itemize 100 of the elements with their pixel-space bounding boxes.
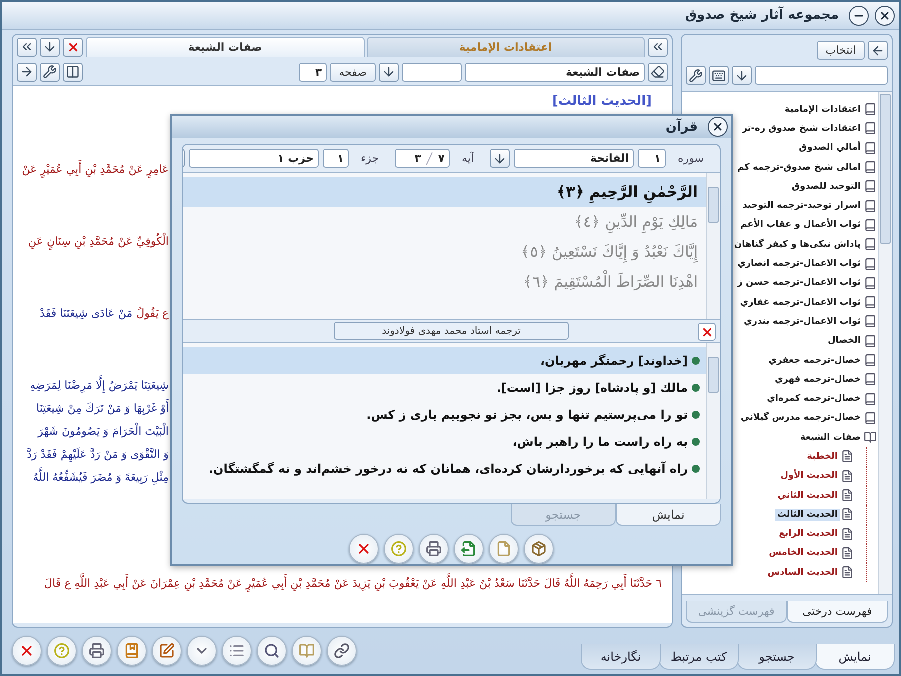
page-field[interactable]: ۳: [299, 62, 328, 82]
tree-item[interactable]: خصال-ترجمه مدرس گيلاني: [738, 412, 863, 424]
box-button[interactable]: [524, 534, 554, 564]
translation-item[interactable]: راه آنهايى كه برخوردارشان كرده‌اى، همانان كه نه درخور خشم‌اند و نه گمگشتگان.: [183, 455, 706, 482]
eraser-button[interactable]: [648, 62, 668, 82]
book-icon: [864, 373, 877, 386]
surah-number-field[interactable]: ۱: [638, 149, 666, 168]
open-book-icon: [299, 643, 315, 659]
down-arrow-button[interactable]: [490, 149, 510, 168]
export-button[interactable]: [454, 534, 484, 564]
sidebar-tab[interactable]: فهرست درختی: [787, 601, 888, 623]
minimize-button[interactable]: [849, 6, 869, 26]
bottom-tab[interactable]: کتب مرتبط: [659, 644, 739, 670]
document-icon: [841, 450, 854, 464]
tree-item[interactable]: أمالي الصدوق: [797, 142, 863, 154]
collapse-button[interactable]: [648, 38, 668, 56]
tree-item[interactable]: الحديث الثالث: [775, 508, 840, 521]
export-icon: [461, 541, 477, 557]
window-title: مجموعه آثار شیخ صدوق: [685, 8, 839, 23]
settings-button[interactable]: [686, 66, 706, 85]
document-icon: [841, 470, 854, 483]
tree-item[interactable]: خصال-ترجمه جعفري: [766, 354, 863, 366]
search-field[interactable]: [755, 66, 888, 85]
bottom-tab[interactable]: نگارخانه: [581, 644, 661, 670]
dropdown-button[interactable]: [187, 636, 217, 666]
text-line: الْكُوفِيِّ عَنْ مُحَمَّدِ بْنِ سِنَانٍ عَنِ: [19, 231, 169, 253]
translation-item[interactable]: به راه راست ما را راهبر باش،: [183, 428, 706, 455]
translation-title[interactable]: ترجمه استاد محمد مهدی فولادوند: [334, 322, 569, 340]
tree-item[interactable]: خصال-ترجمه فهري: [772, 374, 863, 386]
tree-item[interactable]: اعتقادات الإمامية: [782, 104, 863, 116]
document-tab[interactable]: صفات الشيعة: [86, 37, 364, 57]
translation-item[interactable]: تو را مى‌پرستيم تنها و بس، بجز تو نجوييم يارى ز كس.: [183, 401, 706, 428]
tree-item[interactable]: ثواب الاعمال-ترجمه انصاري: [736, 258, 863, 270]
printer-button[interactable]: [419, 534, 449, 564]
book-field[interactable]: صفات الشيعة: [465, 62, 645, 82]
tree-item[interactable]: الحديث الثاني: [776, 490, 840, 502]
bottom-tab[interactable]: جستجو: [737, 644, 817, 670]
tree-item[interactable]: خصال-ترجمه كمره‌اي: [765, 393, 863, 406]
tree-item[interactable]: امالی شيخ صدوق-ترجمه كم: [736, 162, 863, 174]
tree-item[interactable]: ثواب الاعمال-ترجمه حسن ز: [736, 277, 863, 290]
columns-icon: [66, 65, 80, 79]
close-button[interactable]: [875, 6, 895, 26]
tree-item[interactable]: الحديث الخامس: [767, 547, 840, 560]
list-button[interactable]: [222, 636, 252, 666]
columns-button[interactable]: [63, 62, 83, 82]
keyboard-button[interactable]: [709, 66, 729, 85]
close-translation-button[interactable]: [698, 323, 716, 341]
back-button[interactable]: [868, 41, 888, 60]
juz-label: جزء: [360, 152, 379, 165]
document-icon: [841, 566, 854, 580]
scrollbar[interactable]: [706, 343, 720, 499]
down-arrow-button[interactable]: [40, 38, 60, 56]
close-button[interactable]: [708, 117, 728, 137]
tree-item[interactable]: صفات الشيعة: [798, 432, 863, 444]
hizb-field[interactable]: حزب ۱: [188, 149, 319, 168]
printer-button[interactable]: [82, 636, 112, 666]
dialog-tab[interactable]: نمایش: [616, 504, 721, 526]
book-icon: [864, 412, 877, 425]
tree-item[interactable]: الحديث السادس: [766, 566, 840, 579]
tree-item[interactable]: ثواب الأعمال و عقاب الأعم: [738, 219, 863, 232]
page-label: صفحه: [330, 62, 376, 82]
tree-item[interactable]: الخصال: [826, 335, 863, 348]
translation-item[interactable]: مالك [و پادشاه] روز جزا [است].: [183, 374, 706, 401]
bullet-icon: [692, 384, 700, 392]
forward-button[interactable]: [17, 62, 37, 82]
text-line: وَ التَّقْوَى وَ مَنْ رَدَّ عَلَيْهِمْ فَقَدْ رَدَّ: [26, 446, 169, 464]
verse-item[interactable]: الرَّحْمٰنِ الرَّحِيمِ ﴿٣﴾: [183, 177, 706, 207]
tree-item[interactable]: ثواب الاعمال-ترجمه بندري: [742, 316, 863, 328]
tree-item[interactable]: اسرار توحيد-ترجمه التوحيد: [740, 200, 863, 212]
bottom-tab[interactable]: نمایش: [815, 644, 895, 670]
translation-item[interactable]: [خداوند] رحمتگر مهربان،: [183, 347, 706, 374]
printer-icon: [89, 643, 105, 659]
tree-item[interactable]: الحديث الأول: [778, 470, 840, 482]
input-field[interactable]: [402, 62, 462, 82]
list-icon: [229, 643, 245, 659]
book-button[interactable]: [117, 636, 147, 666]
tree-item[interactable]: الحديث الرابع: [777, 528, 840, 540]
collapse-button[interactable]: [17, 38, 37, 56]
down-arrow-button[interactable]: [379, 62, 399, 82]
surah-name-field[interactable]: الفاتحة: [514, 149, 634, 168]
tree-item[interactable]: ثواب الاعمال-ترجمه غفاري: [738, 296, 863, 309]
tree-item[interactable]: التوحيد للصدوق: [790, 180, 863, 193]
scrollbar[interactable]: [878, 92, 892, 594]
scrollbar[interactable]: [706, 173, 720, 319]
edit-button[interactable]: [152, 636, 182, 666]
juz-field[interactable]: ۱: [322, 149, 349, 168]
document-icon: [841, 546, 854, 560]
tree-item[interactable]: الخطبة: [805, 450, 840, 463]
ayah-field[interactable]: ۷ ۳: [395, 149, 450, 168]
keyboard-icon: [712, 68, 726, 82]
link-button[interactable]: [327, 636, 357, 666]
tree-item[interactable]: پاداش نيكی‌ها و كيفر گناهان: [732, 238, 863, 251]
question-icon: [391, 541, 407, 557]
settings-button[interactable]: [40, 62, 60, 82]
select-button[interactable]: انتخاب: [816, 41, 865, 60]
book-icon: [864, 142, 877, 155]
down-arrow-button[interactable]: [732, 66, 752, 85]
close-tab-button[interactable]: [63, 38, 83, 56]
tree-item[interactable]: اعتقادات شيخ صدوق ره-تر: [740, 122, 863, 135]
search-button[interactable]: [257, 636, 287, 666]
